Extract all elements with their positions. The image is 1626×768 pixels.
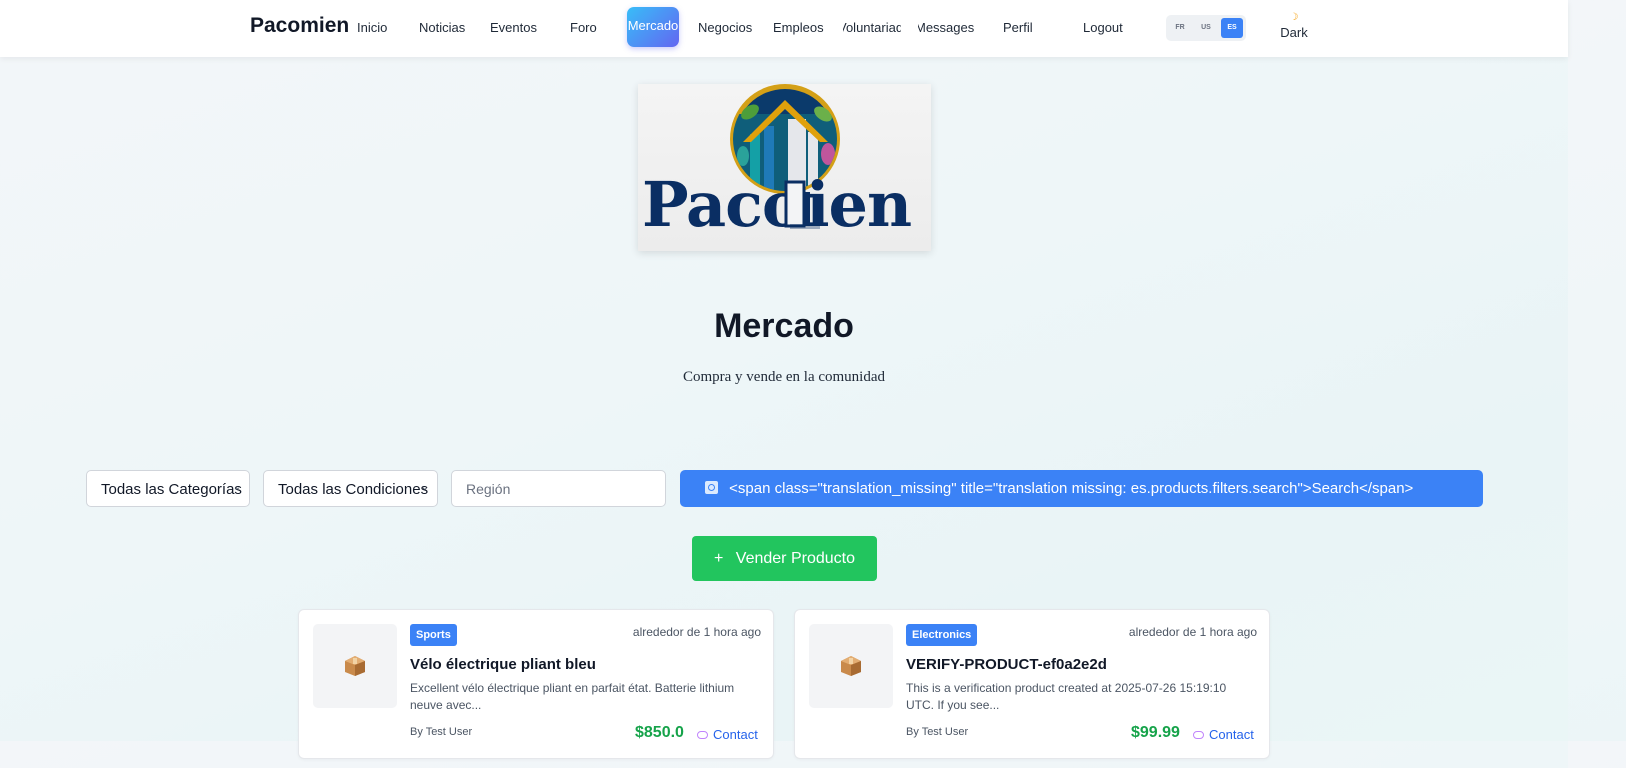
- category-select-value: Todas las Categorías: [101, 481, 242, 498]
- top-navbar: Pacomien Inicio Noticias Eventos Foro Me…: [0, 0, 1568, 57]
- pacomien-logo: Paco ien: [638, 84, 931, 251]
- plus-icon: +: [714, 550, 724, 567]
- contact-label: Contact: [713, 727, 758, 742]
- nav-item-logout[interactable]: Logout: [1083, 20, 1123, 38]
- chat-icon: [1193, 731, 1204, 739]
- lang-es-button[interactable]: ES: [1221, 18, 1243, 38]
- category-select[interactable]: Todas las Categorías ⌄: [86, 470, 250, 507]
- nav-item-mercado[interactable]: Mercado: [627, 7, 679, 47]
- package-icon: [841, 656, 861, 676]
- condition-select-value: Todas las Condiciones: [278, 481, 429, 498]
- product-author: By Test User: [410, 726, 473, 738]
- nav-item-noticias[interactable]: Noticias: [419, 20, 465, 38]
- product-card[interactable]: Sports alrededor de 1 hora ago Vélo élec…: [298, 609, 774, 759]
- moon-icon: ☽: [1289, 12, 1299, 23]
- brand-name[interactable]: Pacomien: [250, 14, 349, 38]
- region-input[interactable]: [451, 470, 666, 507]
- product-author: By Test User: [906, 726, 969, 738]
- category-badge[interactable]: Sports: [410, 624, 457, 646]
- chevron-down-icon: ⌄: [232, 482, 241, 493]
- posted-time: alrededor de 1 hora ago: [632, 625, 761, 639]
- language-switcher: FR US ES: [1166, 15, 1246, 41]
- product-title[interactable]: Vélo électrique pliant bleu: [410, 656, 596, 673]
- chat-icon: [697, 731, 708, 739]
- lang-us-button[interactable]: US: [1195, 18, 1217, 38]
- nav-item-perfil[interactable]: Perfil: [1003, 20, 1033, 38]
- package-icon: [345, 656, 365, 676]
- contact-link[interactable]: Contact: [697, 727, 758, 742]
- page-title: Mercado: [714, 307, 854, 345]
- nav-item-negocios[interactable]: Negocios: [698, 20, 752, 38]
- svg-text:Paco: Paco: [642, 168, 802, 241]
- product-price: $850.0: [635, 724, 684, 741]
- theme-toggle-label: Dark: [1280, 25, 1308, 40]
- posted-time: alrededor de 1 hora ago: [1128, 625, 1257, 639]
- theme-toggle-button[interactable]: ☽ Dark: [1278, 12, 1310, 40]
- chevron-down-icon: ⌄: [420, 482, 429, 493]
- condition-select[interactable]: Todas las Condiciones ⌄: [263, 470, 438, 507]
- category-badge[interactable]: Electronics: [906, 624, 978, 646]
- page-subtitle: Compra y vende en la comunidad: [682, 369, 886, 385]
- search-button[interactable]: <span class="translation_missing" title=…: [680, 470, 1483, 507]
- sell-product-button[interactable]: + Vender Producto: [692, 536, 877, 581]
- product-card[interactable]: Electronics alrededor de 1 hora ago VERI…: [794, 609, 1270, 759]
- product-price: $99.99: [1131, 724, 1180, 741]
- search-button-label: <span class="translation_missing" title=…: [729, 480, 1414, 497]
- nav-item-foro[interactable]: Foro: [570, 20, 597, 38]
- search-icon: [705, 481, 718, 494]
- contact-label: Contact: [1209, 727, 1254, 742]
- pacomien-logo-image: Paco ien: [642, 84, 912, 241]
- product-description: Excellent vélo électrique pliant en parf…: [410, 681, 735, 712]
- product-thumbnail: [809, 624, 893, 708]
- svg-text:ien: ien: [806, 168, 911, 241]
- lang-fr-button[interactable]: FR: [1169, 18, 1191, 38]
- product-description: This is a verification product created a…: [906, 681, 1227, 712]
- contact-link[interactable]: Contact: [1193, 727, 1254, 742]
- nav-item-eventos[interactable]: Eventos: [490, 20, 537, 38]
- product-title[interactable]: VERIFY-PRODUCT-ef0a2e2d: [906, 656, 1107, 673]
- product-thumbnail: [313, 624, 397, 708]
- sell-product-label: Vender Producto: [735, 550, 855, 567]
- nav-item-voluntariado[interactable]: Voluntariado: [843, 20, 901, 38]
- nav-item-empleos[interactable]: Empleos: [773, 20, 824, 38]
- nav-item-inicio[interactable]: Inicio: [357, 20, 387, 38]
- nav-item-messages[interactable]: Messages: [918, 20, 974, 38]
